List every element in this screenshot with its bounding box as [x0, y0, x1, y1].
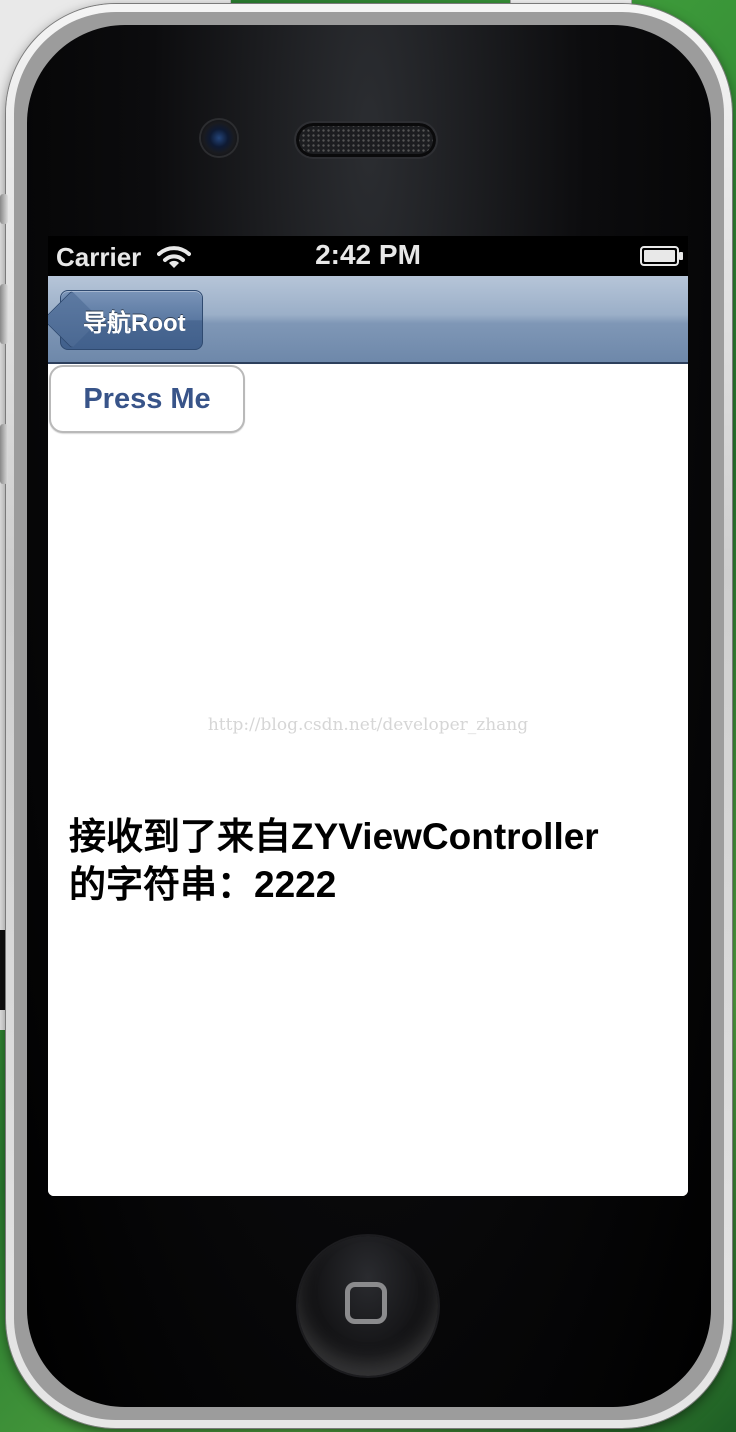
view-content: Press Me http://blog.csdn.net/developer_…	[48, 364, 688, 1196]
press-me-button[interactable]: Press Me	[49, 365, 245, 433]
navigation-bar: 导航Root	[48, 276, 688, 364]
battery-icon	[640, 246, 683, 266]
result-label: 接收到了来自ZYViewController 的字符串：2222	[69, 816, 599, 905]
mute-switch	[0, 194, 8, 224]
home-square-icon	[345, 1282, 387, 1324]
status-time: 2:42 PM	[315, 239, 421, 270]
watermark-text: http://blog.csdn.net/developer_zhang	[207, 715, 529, 735]
home-button[interactable]	[298, 1236, 438, 1376]
status-bar: Carrier 2:42 PM	[48, 236, 688, 276]
desktop-background: Carrier 2:42 PM 导航Root Press Me http://b…	[0, 0, 736, 1432]
back-button[interactable]: 导航Root	[48, 290, 203, 350]
volume-up-button	[0, 284, 8, 344]
earpiece-speaker	[296, 123, 436, 157]
simulator-screen: Carrier 2:42 PM 导航Root Press Me http://b…	[48, 236, 688, 1196]
volume-down-button	[0, 424, 8, 484]
back-button-label: 导航Root	[83, 309, 186, 337]
front-camera-icon	[201, 120, 237, 156]
